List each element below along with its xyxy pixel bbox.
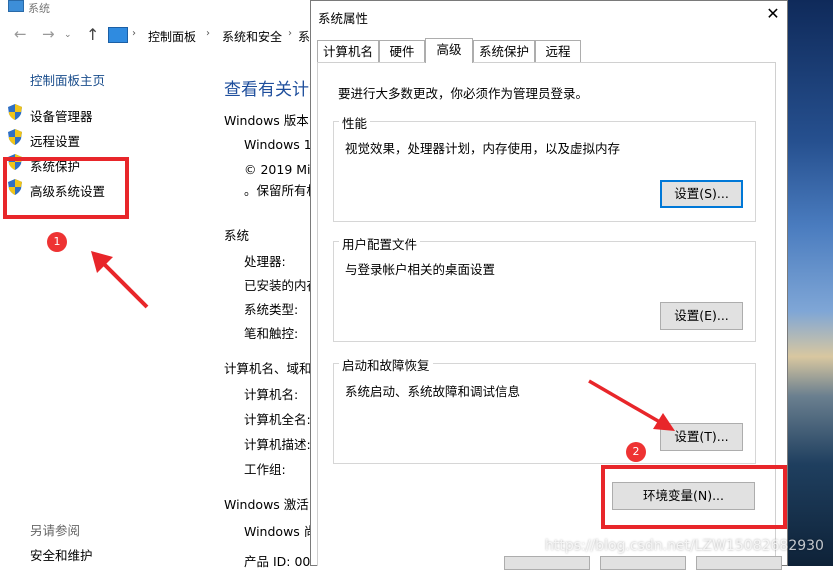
- performance-description: 视觉效果，处理器计划，内存使用，以及虚拟内存: [345, 141, 621, 156]
- tab-hardware[interactable]: 硬件: [379, 40, 425, 62]
- desktop-wallpaper: [788, 0, 833, 566]
- uac-shield-icon: [8, 129, 22, 145]
- annotation-box-advanced-settings: [3, 157, 129, 219]
- control-panel-icon: [108, 27, 128, 43]
- system-section-label: 系统: [224, 228, 250, 243]
- annotation-badge-1: 1: [47, 232, 67, 252]
- watermark-text: https://blog.csdn.net/LZW15082682930: [545, 538, 824, 554]
- performance-settings-button[interactable]: 设置(S)...: [660, 180, 743, 208]
- performance-group-label: 性能: [339, 113, 371, 132]
- activation-status: Windows 尚: [244, 524, 317, 539]
- sidebar-item-device-manager[interactable]: 设备管理器: [30, 106, 93, 125]
- startup-recovery-group-label: 启动和故障恢复: [339, 355, 433, 374]
- dialog-title: 系统属性: [318, 11, 369, 26]
- user-profiles-description: 与登录帐户相关的桌面设置: [345, 262, 496, 277]
- recent-dropdown-icon[interactable]: ⌄: [64, 30, 72, 40]
- breadcrumb-separator-icon: ›: [288, 28, 292, 39]
- see-also-security-maintenance[interactable]: 安全和维护: [30, 545, 93, 564]
- installed-ram-label: 已安装的内存: [244, 278, 320, 293]
- computer-description-label: 计算机描述:: [244, 437, 311, 452]
- workgroup-label: 工作组:: [244, 462, 286, 477]
- windows-edition-label: Windows 版本: [224, 113, 309, 128]
- breadcrumb-separator-icon: ›: [132, 28, 136, 39]
- admin-note: 要进行大多数更改，你必须作为管理员登录。: [338, 86, 589, 101]
- apply-button[interactable]: [696, 556, 782, 570]
- computer-name-label: 计算机名:: [244, 387, 299, 402]
- breadcrumb-separator-icon: ›: [206, 28, 210, 39]
- annotation-box-environment-variables: [601, 465, 787, 529]
- breadcrumb-system[interactable]: 系: [298, 28, 310, 45]
- windows-name: Windows 1: [244, 137, 312, 152]
- tab-advanced[interactable]: 高级: [425, 38, 473, 63]
- tab-remote[interactable]: 远程: [535, 40, 581, 62]
- user-profiles-settings-button[interactable]: 设置(E)...: [660, 302, 743, 330]
- tab-computer-name[interactable]: 计算机名: [317, 40, 379, 62]
- startup-recovery-description: 系统启动、系统故障和调试信息: [345, 384, 521, 399]
- tab-system-protection[interactable]: 系统保护: [473, 40, 535, 62]
- copyright-text: © 2019 Mi: [244, 162, 311, 177]
- breadcrumb-control-panel[interactable]: 控制面板: [148, 28, 196, 45]
- pen-touch-label: 笔和触控:: [244, 326, 299, 341]
- user-profiles-group-label: 用户配置文件: [339, 234, 421, 253]
- processor-label: 处理器:: [244, 254, 286, 269]
- sidebar-item-remote-settings[interactable]: 远程设置: [30, 131, 80, 150]
- annotation-arrow-1-icon: [91, 251, 149, 309]
- computer-name-section-label: 计算机名、域和: [224, 361, 312, 376]
- system-app-icon: [8, 0, 24, 12]
- close-icon[interactable]: ✕: [763, 3, 783, 25]
- activation-section-label: Windows 激活: [224, 497, 309, 512]
- system-type-label: 系统类型:: [244, 302, 299, 317]
- system-window-title: 系统: [28, 2, 50, 15]
- breadcrumb-system-security[interactable]: 系统和安全: [222, 28, 282, 45]
- forward-arrow-icon[interactable]: →: [42, 25, 55, 43]
- full-computer-name-label: 计算机全名:: [244, 412, 311, 427]
- ok-button[interactable]: [504, 556, 590, 570]
- annotation-badge-2: 2: [626, 442, 646, 462]
- back-arrow-icon[interactable]: ←: [14, 25, 27, 43]
- rights-text: 。保留所有权: [244, 183, 320, 198]
- cancel-button[interactable]: [600, 556, 686, 570]
- up-arrow-icon[interactable]: ↑: [86, 25, 99, 44]
- sidebar-control-panel-home[interactable]: 控制面板主页: [30, 70, 105, 89]
- uac-shield-icon: [8, 104, 22, 120]
- see-also-heading: 另请参阅: [30, 523, 81, 538]
- annotation-arrow-2-icon: [588, 379, 675, 431]
- product-id: 产品 ID: 00: [244, 554, 311, 569]
